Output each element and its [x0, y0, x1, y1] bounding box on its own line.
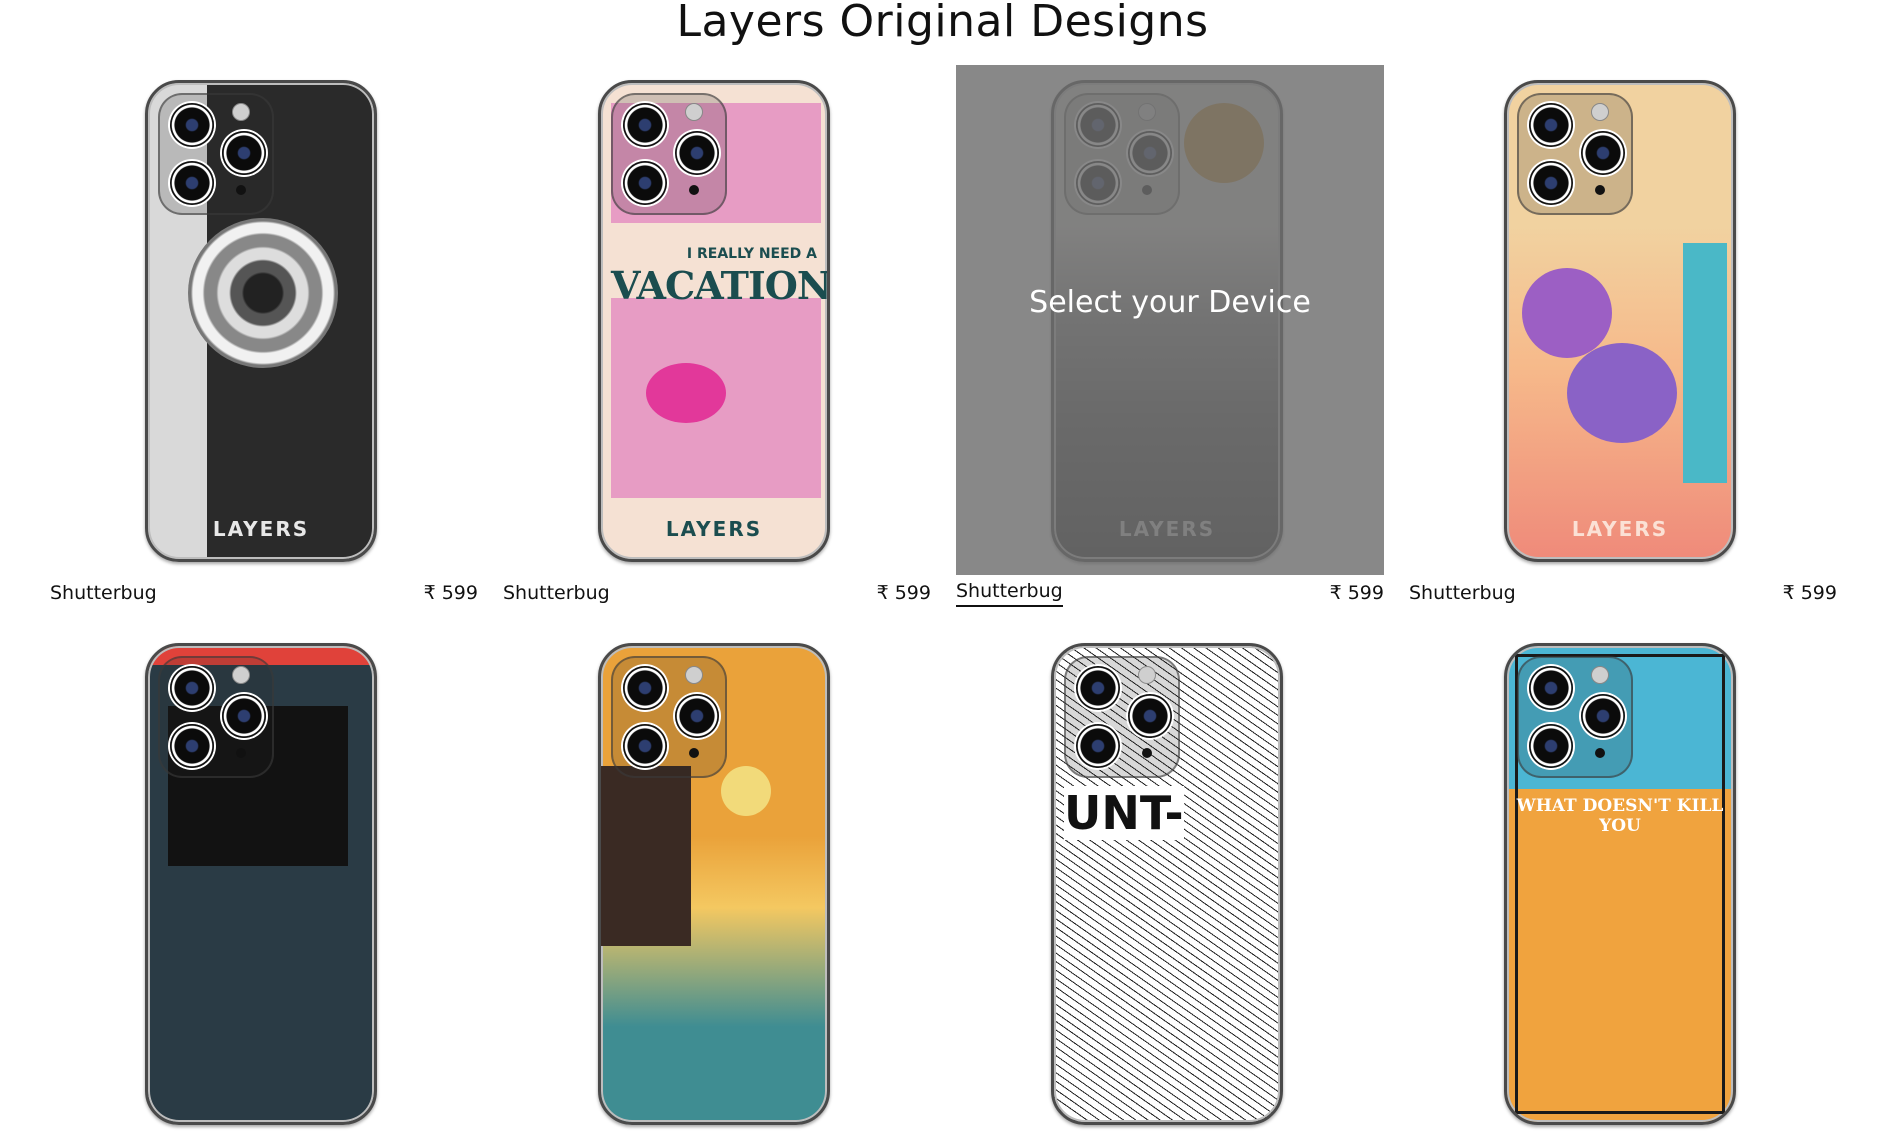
lens-icon [623, 666, 667, 710]
flash-icon [685, 103, 703, 121]
brand-logo: LAYERS [212, 517, 310, 541]
page-title: Layers Original Designs [676, 0, 1209, 47]
product-image[interactable]: LAYERS Select your Device [956, 65, 1384, 575]
lens-icon [170, 103, 214, 147]
mic-icon [1595, 185, 1605, 195]
product-image[interactable]: WHAT DOESN'T KILL YOU [1409, 628, 1837, 1138]
camera-module [611, 656, 727, 778]
camera-module [611, 93, 727, 215]
product-meta: Shutterbug ₹ 599 [956, 579, 1384, 607]
camera-module [158, 656, 274, 778]
lens-icon [623, 103, 667, 147]
lens-icon [623, 161, 667, 205]
design-slogan: I REALLY NEED A [686, 246, 817, 262]
product-name[interactable]: Shutterbug [1409, 582, 1516, 604]
lens-icon [222, 694, 266, 738]
camera-module [1517, 656, 1633, 778]
mic-icon [689, 185, 699, 195]
design-slogan: VACATION [611, 263, 830, 308]
product-price: ₹ 599 [876, 582, 931, 604]
select-device-overlay[interactable]: Select your Device [956, 65, 1384, 575]
tree-art [1567, 343, 1677, 443]
flash-icon [232, 666, 250, 684]
mic-icon [1595, 748, 1605, 758]
design-slogan: WHAT DOESN'T KILL YOU [1516, 796, 1724, 836]
phone-skin-sunset [598, 643, 830, 1125]
lens-icon [675, 694, 719, 738]
product-image[interactable]: LAYERS [1409, 65, 1837, 575]
lens-icon [170, 724, 214, 768]
brand-logo: LAYERS [1571, 517, 1669, 541]
design-slogan: UNT- [1064, 786, 1184, 840]
select-device-label[interactable]: Select your Device [1029, 285, 1311, 320]
sun-art [721, 766, 771, 816]
lens-icon [170, 666, 214, 710]
lens-icon [170, 161, 214, 205]
camera-module [158, 93, 274, 215]
camera-module [1064, 656, 1180, 778]
product-image[interactable] [503, 628, 931, 1138]
cliff-art [601, 766, 691, 946]
flash-icon [1591, 103, 1609, 121]
lens-icon [1128, 694, 1172, 738]
flash-icon [1138, 666, 1156, 684]
sun-art [646, 363, 726, 423]
product-price: ₹ 599 [1329, 582, 1384, 604]
phone-skin-vacation: I REALLY NEED A VACATION LAYERS [598, 80, 830, 562]
tree-art [1522, 268, 1612, 358]
mic-icon [689, 748, 699, 758]
lens-icon [1529, 666, 1573, 710]
phone-skin-camera: LAYERS [145, 80, 377, 562]
product-name[interactable]: Shutterbug [956, 580, 1063, 607]
lens-icon [675, 131, 719, 175]
lens-icon [222, 131, 266, 175]
product-meta: Shutterbug ₹ 599 [50, 579, 478, 607]
product-meta: Shutterbug ₹ 599 [503, 579, 931, 607]
camera-ring-art [188, 218, 338, 368]
product-image[interactable]: I REALLY NEED A VACATION LAYERS [503, 65, 931, 575]
lens-icon [1076, 666, 1120, 710]
phone-skin-lines: UNT- [1051, 643, 1283, 1125]
product-price: ₹ 599 [1782, 582, 1837, 604]
lens-icon [1076, 724, 1120, 768]
product-image[interactable] [50, 628, 478, 1138]
mic-icon [236, 748, 246, 758]
mic-icon [236, 185, 246, 195]
phone-skin-kill: WHAT DOESN'T KILL YOU [1504, 643, 1736, 1125]
lens-icon [1581, 131, 1625, 175]
product-image[interactable]: UNT- [956, 628, 1384, 1138]
product-name[interactable]: Shutterbug [50, 582, 157, 604]
flash-icon [1591, 666, 1609, 684]
flash-icon [685, 666, 703, 684]
product-meta: Shutterbug ₹ 599 [1409, 579, 1837, 607]
lens-icon [1529, 103, 1573, 147]
waterfall-art [1683, 243, 1727, 483]
product-price: ₹ 599 [423, 582, 478, 604]
brand-logo: LAYERS [665, 517, 763, 541]
lens-icon [623, 724, 667, 768]
flash-icon [232, 103, 250, 121]
product-image[interactable]: LAYERS [50, 65, 478, 575]
lens-icon [1581, 694, 1625, 738]
lens-icon [1529, 724, 1573, 768]
lens-icon [1529, 161, 1573, 205]
product-name[interactable]: Shutterbug [503, 582, 610, 604]
mic-icon [1142, 748, 1152, 758]
camera-module [1517, 93, 1633, 215]
phone-skin-forest: LAYERS [1504, 80, 1736, 562]
phone-skin-arcade [145, 643, 377, 1125]
